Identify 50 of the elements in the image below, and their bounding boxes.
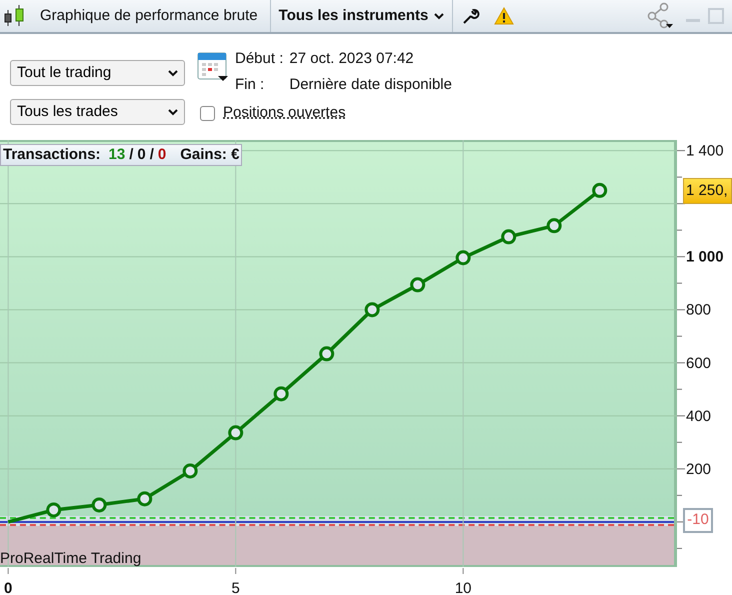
window-title: Graphique de performance brute <box>40 6 259 26</box>
start-label: Début : <box>235 49 284 69</box>
last-value-tag: 1 250, <box>683 178 732 204</box>
y-tick-label: 200 <box>686 460 712 478</box>
x-tick-label: 10 <box>454 580 472 595</box>
summary-label: Transactions: <box>3 144 101 165</box>
chevron-icon <box>168 70 178 76</box>
y-tick-label: 800 <box>686 302 712 319</box>
x-tick-label: 0 <box>4 580 12 595</box>
losing-count: 0 <box>158 144 166 165</box>
end-date: Dernière date disponible <box>289 74 452 94</box>
chevron-icon <box>168 108 178 116</box>
separator: / <box>129 144 134 165</box>
share-icon[interactable] <box>646 2 674 30</box>
y-tick-label: 400 <box>686 408 712 425</box>
data-point <box>546 218 562 234</box>
start-date: 27 oct. 2023 07:42 <box>289 49 415 69</box>
end-label: Fin : <box>235 74 266 94</box>
y-tick-label: 1 000 <box>686 248 724 266</box>
data-point <box>137 491 152 506</box>
data-point <box>46 502 62 518</box>
period-select[interactable]: Tout le trading <box>10 60 185 86</box>
instruments-menu[interactable]: Tous les instruments <box>270 0 452 32</box>
warning-icon[interactable] <box>494 7 514 25</box>
data-point <box>592 182 608 198</box>
y-tick-label: 1 400 <box>686 142 724 160</box>
data-point <box>92 497 107 512</box>
data-point <box>319 346 334 362</box>
calendar-icon[interactable] <box>197 50 229 82</box>
trades-select[interactable]: Tous les trades <box>10 99 185 125</box>
data-point <box>228 425 244 440</box>
data-point <box>364 302 380 318</box>
data-point <box>456 250 471 266</box>
separator: / <box>150 144 154 165</box>
winning-count: 13 <box>108 144 126 165</box>
candlestick-icon <box>2 4 26 28</box>
brand-label: ProRealTime Trading <box>0 549 142 569</box>
gains-label: Gains: € <box>180 144 240 165</box>
reference-tag: -10 <box>683 508 713 533</box>
data-point <box>274 386 289 402</box>
x-tick-label: 5 <box>232 580 240 595</box>
open-positions-label[interactable]: Positions ouvertes <box>223 102 346 124</box>
neutral-count: 0 <box>137 144 146 165</box>
y-tick-label: 600 <box>686 354 712 372</box>
data-point <box>410 277 426 292</box>
caret-icon <box>434 12 444 20</box>
open-positions-checkbox[interactable] <box>200 106 215 121</box>
wrench-icon[interactable] <box>462 7 480 25</box>
data-point <box>501 229 516 244</box>
data-point <box>182 464 198 478</box>
